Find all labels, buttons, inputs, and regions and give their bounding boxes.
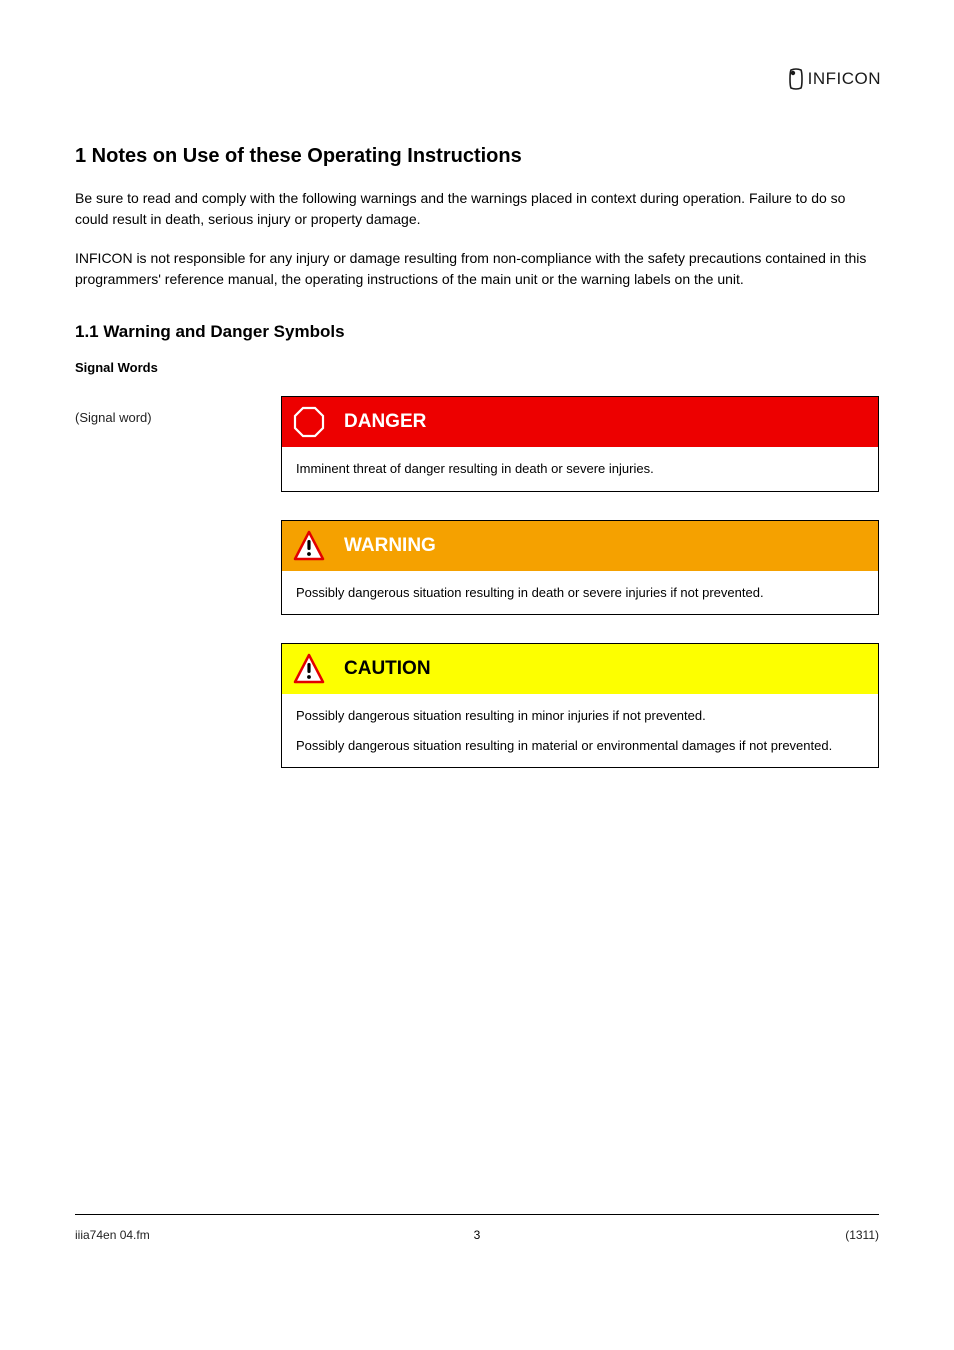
caution-body-line-2: Possibly dangerous situation resulting i… <box>296 736 864 756</box>
caution-title: CAUTION <box>344 658 431 680</box>
warning-notice-wrap: WARNING Possibly dangerous situation res… <box>75 520 879 616</box>
warning-body: Possibly dangerous situation resulting i… <box>282 571 878 615</box>
caution-body: Possibly dangerous situation resulting i… <box>282 694 878 767</box>
brand-name: INFICON <box>808 69 881 89</box>
signal-word-side-label: (Signal word) <box>75 410 152 425</box>
danger-notice-wrap: (Signal word) DANGER Imminent threat of … <box>75 396 879 492</box>
warning-notice: WARNING Possibly dangerous situation res… <box>281 520 879 616</box>
danger-title: DANGER <box>344 411 426 433</box>
footer-rule <box>75 1214 879 1215</box>
danger-body: Imminent threat of danger resulting in d… <box>282 447 878 491</box>
signal-words-row: Signal Words <box>75 360 879 378</box>
inficon-logo-icon <box>788 68 804 90</box>
signal-words-label: Signal Words <box>75 360 275 375</box>
stop-octagon-icon <box>292 405 326 439</box>
intro-paragraph-2: INFICON is not responsible for any injur… <box>75 248 879 290</box>
caution-notice: CAUTION Possibly dangerous situation res… <box>281 643 879 768</box>
warning-title: WARNING <box>344 535 436 557</box>
caution-body-line-1: Possibly dangerous situation resulting i… <box>296 706 864 726</box>
caution-triangle-icon <box>292 652 326 686</box>
danger-header: DANGER <box>282 397 878 447</box>
danger-notice: DANGER Imminent threat of danger resulti… <box>281 396 879 492</box>
warning-header: WARNING <box>282 521 878 571</box>
subsection-heading: 1.1 Warning and Danger Symbols <box>75 322 879 342</box>
section-heading: 1 Notes on Use of these Operating Instru… <box>75 145 879 168</box>
page-number: 3 <box>0 1228 954 1242</box>
page-content: 1 Notes on Use of these Operating Instru… <box>75 115 879 796</box>
caution-notice-wrap: CAUTION Possibly dangerous situation res… <box>75 643 879 768</box>
warning-triangle-icon <box>292 529 326 563</box>
caution-header: CAUTION <box>282 644 878 694</box>
intro-paragraph-1: Be sure to read and comply with the foll… <box>75 188 879 230</box>
brand-logo: INFICON <box>788 68 881 90</box>
